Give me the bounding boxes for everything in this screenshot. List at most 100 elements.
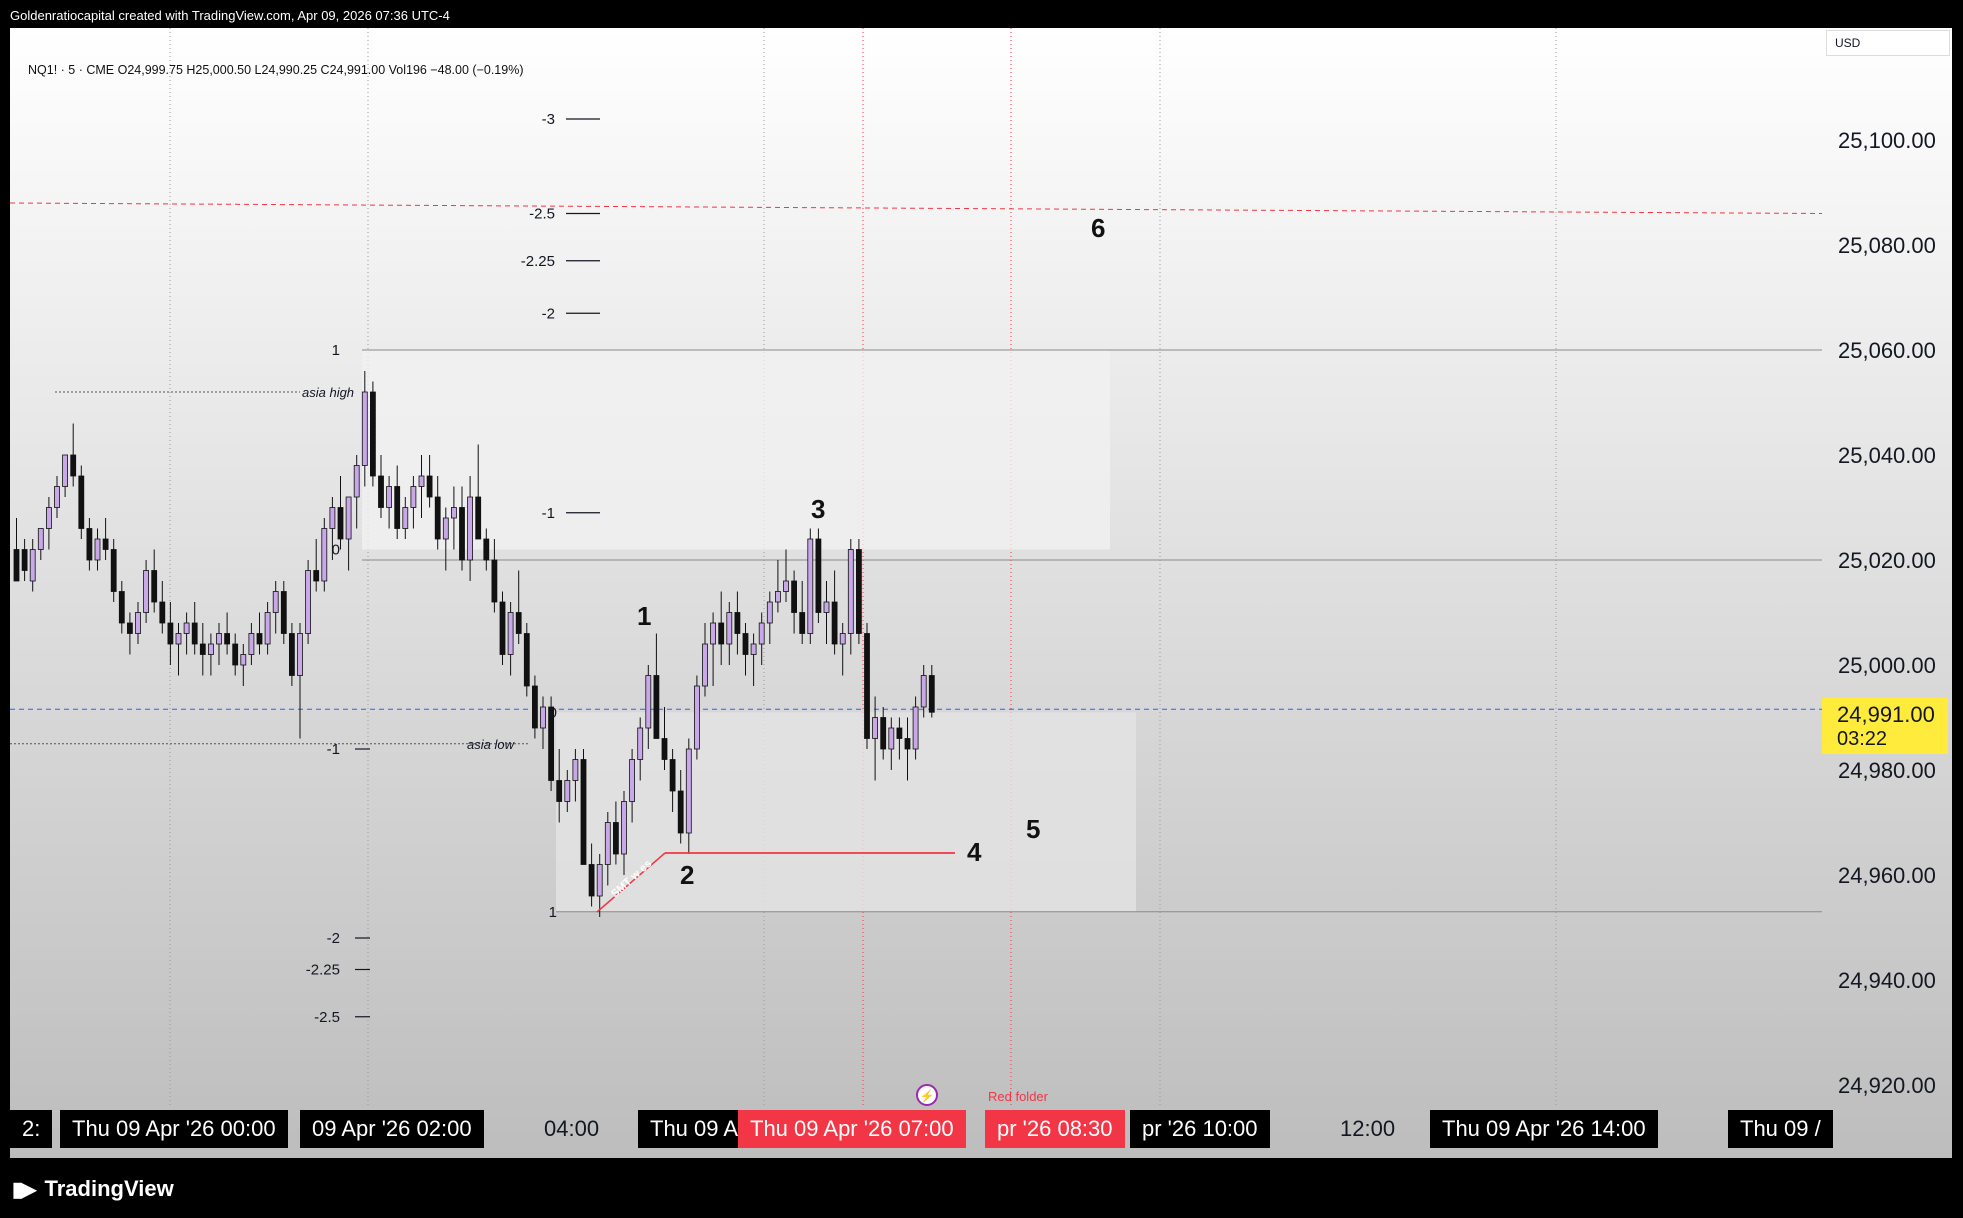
annotation-number: 3: [811, 494, 825, 524]
fib-label: 0: [549, 704, 557, 721]
candle-up: [248, 633, 255, 655]
tradingview-logo[interactable]: ▮▶ TradingView: [12, 1176, 174, 1202]
chart-area[interactable]: -3 -2.5 -2.25 -2 1 -1 0 0 -1 1 -2 -2.25 -2.5 asia hig…: [10, 28, 1952, 1158]
candle-up: [353, 465, 360, 498]
time-tick-label: Thu 09 Apr '26 00:00: [60, 1110, 288, 1148]
candle-up: [645, 675, 652, 729]
candle-down: [167, 622, 174, 645]
time-tick-label: Thu 09 Apr '26 07:00: [738, 1110, 966, 1148]
candle-down: [280, 591, 287, 634]
annotation-number: 4: [967, 837, 982, 867]
candle-down: [556, 780, 563, 802]
chart-plot[interactable]: -3 -2.5 -2.25 -2 1 -1 0 0 -1 1 -2 -2.25 -2.5 asia hig…: [10, 28, 1952, 1158]
fib-label: -2.5: [529, 206, 555, 223]
candle-down: [864, 633, 870, 739]
time-tick-label: Thu 09 /: [1728, 1110, 1833, 1148]
lightning-icon: ⚡: [920, 1089, 935, 1103]
candle-up: [321, 528, 328, 582]
candle-down: [199, 643, 206, 655]
candle-up: [216, 633, 222, 645]
candle-up: [450, 507, 457, 519]
candle-up: [564, 780, 571, 802]
candle-down: [491, 559, 498, 603]
candle-down: [224, 633, 231, 645]
candle-down: [151, 570, 158, 603]
candle-up: [604, 822, 611, 865]
candle-down: [799, 612, 806, 634]
candle-up: [418, 475, 425, 487]
candle-down: [459, 507, 465, 561]
candle-down: [475, 496, 482, 540]
fib-label: -2.25: [306, 962, 340, 979]
candle-down: [256, 633, 263, 645]
candle-down: [313, 570, 320, 582]
candle-up: [410, 486, 417, 508]
candle-down: [499, 601, 506, 655]
candle-down: [288, 633, 295, 676]
candle-up: [175, 633, 182, 645]
candle-up: [685, 748, 692, 834]
candle-down: [532, 685, 538, 729]
attribution-text: Goldenratiocapital created with TradingV…: [10, 8, 450, 23]
last-price-value: 24,991.00: [1837, 702, 1935, 727]
candle-down: [86, 528, 93, 561]
price-tick-label: 25,000.00: [1838, 653, 1936, 678]
candle-up: [596, 864, 603, 897]
candle-down: [588, 864, 595, 897]
candle-up: [386, 486, 393, 508]
candle-down: [378, 475, 384, 508]
candle-down: [653, 675, 660, 739]
candle-down: [613, 822, 619, 855]
candle-up: [442, 517, 449, 540]
fib-label: -1: [327, 741, 340, 758]
chart-background: [10, 28, 1952, 1158]
fib-zone-upper: [362, 350, 1110, 550]
candle-down: [815, 538, 822, 613]
candle-up: [775, 591, 781, 603]
fib-label: -2.5: [314, 1009, 340, 1026]
candle-down: [904, 738, 911, 750]
candle-up: [183, 622, 190, 634]
price-axis[interactable]: 25,100.00 25,080.00 25,060.00 25,040.00 25,0…: [1822, 28, 1952, 1108]
candle-down: [232, 643, 239, 666]
candle-down: [78, 475, 85, 529]
candle-down: [13, 549, 20, 582]
candle-down: [21, 549, 28, 571]
symbol-legend: NQ1! · 5 · CME O24,999.75 H25,000.50 L24…: [28, 63, 524, 77]
event-label: Red folder: [988, 1089, 1049, 1104]
price-tick-label: 25,040.00: [1838, 443, 1936, 468]
annotation-number: 2: [680, 860, 694, 890]
fib-label: -1: [542, 505, 555, 522]
candle-up: [143, 570, 150, 613]
price-tick-label: 24,960.00: [1838, 863, 1936, 888]
candle-up: [839, 633, 846, 645]
candle-down: [669, 759, 676, 792]
candle-up: [637, 727, 644, 760]
candle-down: [523, 633, 530, 687]
candle-up: [629, 759, 635, 802]
candle-up: [29, 549, 36, 582]
candle-up: [920, 675, 927, 708]
time-tick-label: Thu 09 Apr '26 14:00: [1430, 1110, 1658, 1148]
candle-down: [856, 549, 862, 634]
currency-selector[interactable]: USD: [1826, 30, 1950, 56]
candle-up: [135, 612, 141, 634]
candle-up: [207, 643, 214, 655]
candle-down: [191, 622, 198, 645]
candle-up: [540, 706, 546, 729]
candle-down: [661, 738, 668, 760]
price-tick-label: 24,980.00: [1838, 758, 1936, 783]
candle-down: [742, 633, 749, 655]
bar-countdown: 03:22: [1837, 728, 1888, 750]
time-tick-label: 09 Apr '26 02:00: [300, 1110, 484, 1148]
candle-up: [402, 507, 409, 529]
candle-up: [912, 706, 919, 750]
asia-high-label: asia high: [302, 385, 354, 400]
candle-down: [791, 580, 797, 613]
candle-down: [734, 612, 741, 634]
candle-up: [272, 591, 279, 613]
time-axis[interactable]: 2: Thu 09 Apr '26 00:00 09 Apr '26 02:00 04…: [10, 1108, 1833, 1158]
candle-up: [54, 486, 60, 508]
candle-down: [880, 717, 887, 750]
candle-up: [46, 507, 52, 529]
